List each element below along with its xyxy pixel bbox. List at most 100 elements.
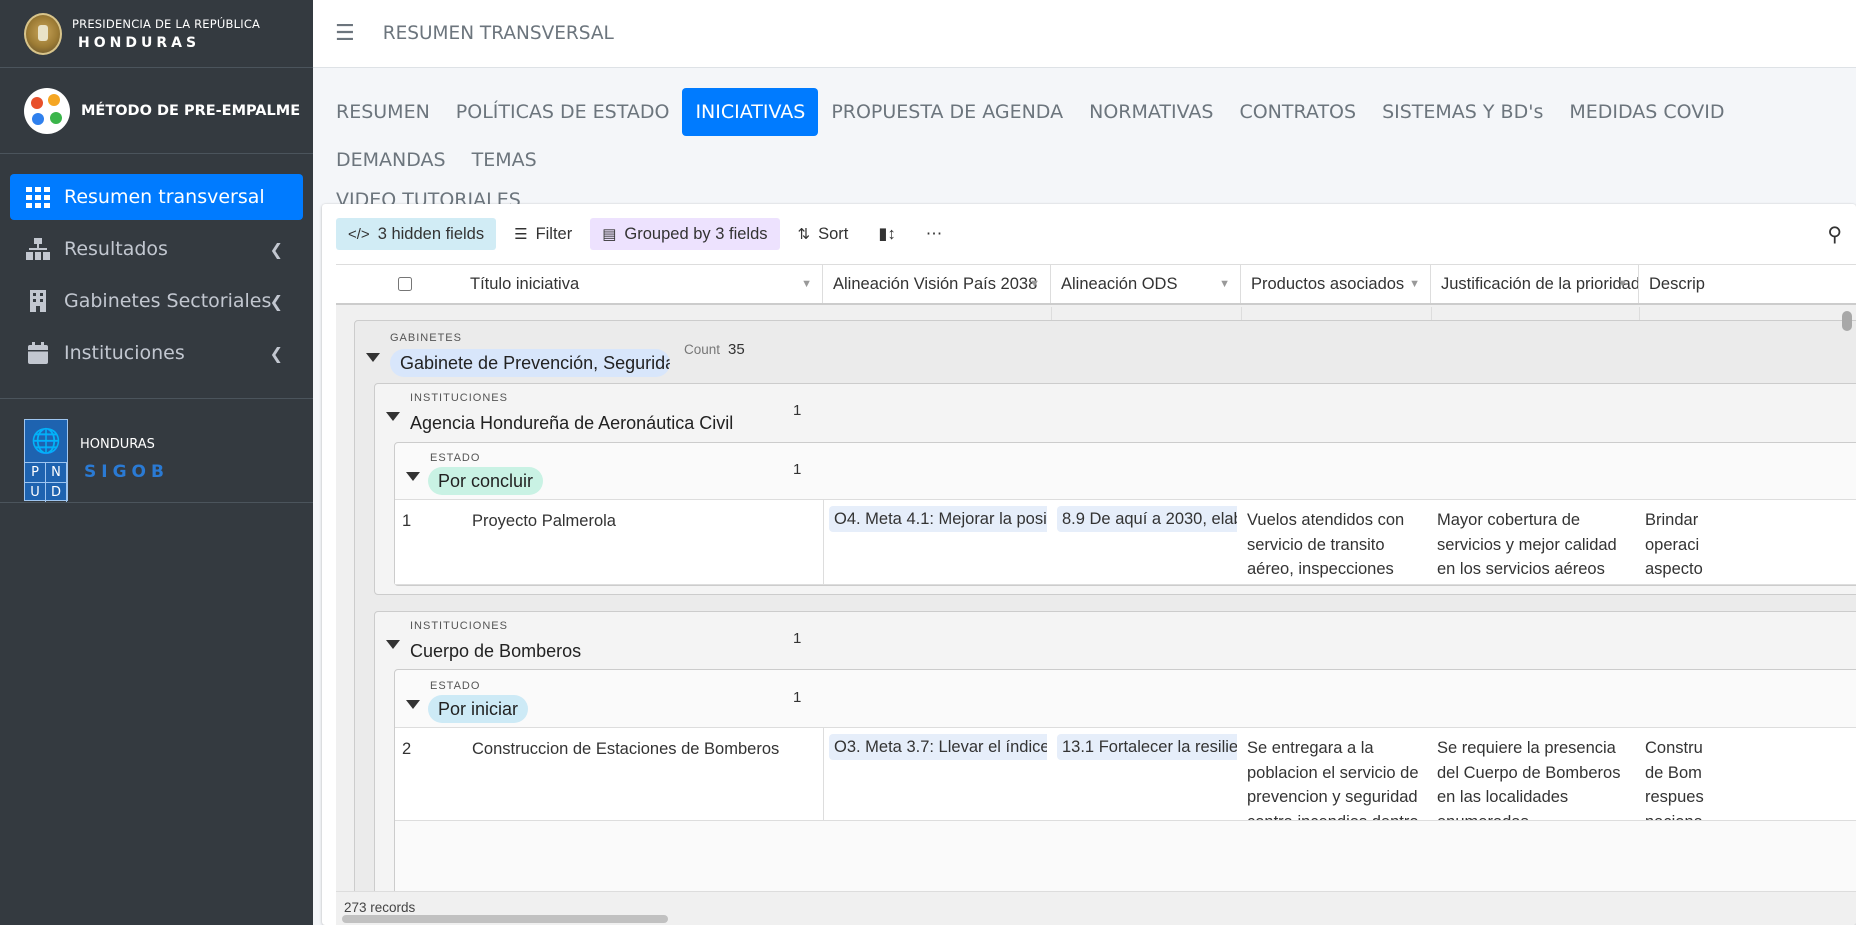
group-gabinete-name: Gabinete de Prevención, Seguridad y Defe… — [390, 349, 670, 377]
cell-productos[interactable]: Vuelos atendidos con servicio de transit… — [1247, 508, 1425, 584]
cell-vision[interactable]: O3. Meta 3.7: Llevar el índice Global — [829, 734, 1047, 762]
cell-ods[interactable]: 8.9 De aquí a 2030, elaborar y — [1057, 506, 1237, 534]
collapse-caret-icon[interactable] — [406, 472, 420, 481]
filter-button[interactable]: ☰ Filter — [502, 218, 584, 250]
sidebar-item-label: Instituciones — [64, 342, 185, 364]
select-all-checkbox[interactable] — [398, 277, 412, 291]
pnud-logo: 🌐 P N U D — [24, 418, 68, 502]
records-grid: Título iniciativa ▼ Alineación Visión Pa… — [336, 264, 1856, 925]
sidebar-item-label: Resultados — [64, 238, 168, 260]
vertical-scrollbar[interactable] — [1842, 311, 1852, 331]
chevron-down-icon: ▼ — [1617, 278, 1628, 290]
cell-titulo[interactable]: Construccion de Estaciones de Bomberos — [472, 737, 817, 762]
cell-ods[interactable]: 13.1 Fortalecer la resiliencia y — [1057, 734, 1237, 762]
un-globe-icon: 🌐 — [31, 426, 61, 455]
group-level-label: INSTITUCIONES — [410, 392, 508, 404]
hide-fields-icon: </> — [348, 225, 370, 243]
group-icon: ▤ — [602, 226, 617, 243]
group-level-label: INSTITUCIONES — [410, 620, 508, 632]
tab-propuesta-de-agenda[interactable]: PROPUESTA DE AGENDA — [818, 88, 1076, 136]
tab-normativas[interactable]: NORMATIVAS — [1076, 88, 1226, 136]
grid-header: Título iniciativa ▼ Alineación Visión Pa… — [336, 265, 1856, 305]
collapse-caret-icon[interactable] — [366, 353, 380, 362]
cell-justificacion[interactable]: Mayor cobertura de servicios y mejor cal… — [1437, 508, 1635, 584]
cell-justificacion[interactable]: Se requiere la presencia del Cuerpo de B… — [1437, 736, 1635, 820]
group-level-label: ESTADO — [430, 452, 481, 464]
method-label: MÉTODO DE PRE-EMPALME — [81, 102, 301, 119]
brand-header[interactable]: PRESIDENCIA DE LA REPÚBLICA HONDURAS — [0, 0, 313, 68]
hidden-fields-button[interactable]: </> 3 hidden fields — [336, 218, 497, 250]
column-header-titulo[interactable]: Título iniciativa ▼ — [336, 265, 823, 303]
page-title: RESUMEN TRANSVERSAL — [382, 23, 614, 44]
brand-line1: PRESIDENCIA DE LA REPÚBLICA — [72, 16, 261, 31]
sidebar-item-instituciones[interactable]: Instituciones ❮ — [10, 330, 303, 376]
chevron-down-icon: ▼ — [1409, 278, 1420, 290]
group-count-label: Count — [684, 342, 721, 357]
collapse-caret-icon[interactable] — [406, 700, 420, 709]
sort-icon: ⇅ — [797, 226, 811, 243]
row-height-button[interactable]: ▮↕ — [866, 218, 907, 250]
group-count: 1 — [793, 461, 802, 478]
more-options-button[interactable]: ⋯ — [914, 218, 955, 250]
sidebar-item-resumen-transversal[interactable]: Resumen transversal — [10, 174, 303, 220]
chevron-down-icon: ▼ — [1219, 278, 1230, 290]
cell-descripcion[interactable]: Constru de Bom respues naciona — [1645, 736, 1705, 820]
sidebar: PRESIDENCIA DE LA REPÚBLICA HONDURAS MÉT… — [0, 0, 313, 925]
brand-line2: HONDURAS — [78, 34, 201, 51]
sitemap-icon — [26, 238, 50, 260]
sigob-logo: SIGOB — [84, 462, 169, 482]
chevron-left-icon: ❮ — [269, 343, 283, 363]
tab-iniciativas[interactable]: INICIATIVAS — [682, 88, 819, 136]
filter-icon: ☰ — [514, 226, 528, 243]
more-icon: ⋯ — [925, 225, 943, 243]
group-level-label: ESTADO — [430, 680, 481, 692]
linked-record-chip[interactable]: 8.9 De aquí a 2030, elaborar y — [1057, 506, 1237, 532]
tab-politicas-de-estado[interactable]: POLÍTICAS DE ESTADO — [443, 88, 683, 136]
collapse-caret-icon[interactable] — [386, 640, 400, 649]
status-badge: Por iniciar — [428, 695, 529, 723]
horizontal-scrollbar[interactable] — [342, 915, 668, 923]
linked-record-chip[interactable]: O3. Meta 3.7: Llevar el índice Global — [829, 734, 1047, 760]
tab-medidas-covid[interactable]: MEDIDAS COVID — [1556, 88, 1737, 136]
cell-productos[interactable]: Se entregara a la poblacion el servicio … — [1247, 736, 1433, 820]
linked-record-chip[interactable]: O4. Meta 4.1: Mejorar la posición de — [829, 506, 1047, 532]
group-count: 1 — [793, 630, 802, 647]
cell-descripcion[interactable]: Brindar operaci aspecto aeronáu — [1645, 508, 1705, 584]
tab-sistemas-y-bds[interactable]: SISTEMAS Y BD's — [1369, 88, 1556, 136]
coat-of-arms-logo — [24, 12, 62, 55]
column-header-justificacion[interactable]: Justificación de la prioridad ▼ — [1431, 265, 1639, 303]
chevron-down-icon: ▼ — [1029, 278, 1040, 290]
column-header-descripcion[interactable]: Descrip — [1639, 265, 1856, 303]
record-count: 273 records — [344, 900, 416, 915]
row-number: 1 — [402, 512, 412, 530]
sort-button[interactable]: ⇅ Sort — [786, 218, 861, 250]
sidebar-item-resultados[interactable]: Resultados ❮ — [10, 226, 303, 272]
method-link[interactable]: MÉTODO DE PRE-EMPALME — [0, 68, 313, 154]
tab-resumen[interactable]: RESUMEN — [323, 88, 443, 136]
column-header-productos[interactable]: Productos asociados ▼ — [1241, 265, 1431, 303]
tab-contratos[interactable]: CONTRATOS — [1226, 88, 1369, 136]
row-height-icon: ▮↕ — [878, 225, 896, 243]
collapse-caret-icon[interactable] — [386, 412, 400, 421]
main-content: ☰ RESUMEN TRANSVERSAL RESUMEN POLÍTICAS … — [313, 0, 1856, 925]
column-header-ods[interactable]: Alineación ODS ▼ — [1051, 265, 1241, 303]
group-button[interactable]: ▤ Grouped by 3 fields — [590, 218, 780, 250]
sidebar-item-gabinetes-sectoriales[interactable]: Gabinetes Sectoriales ❮ — [10, 278, 303, 324]
group-count: 1 — [793, 402, 802, 419]
hamburger-menu-icon[interactable]: ☰ — [335, 21, 355, 46]
row-number: 2 — [402, 740, 412, 758]
linked-record-chip[interactable]: 13.1 Fortalecer la resiliencia y — [1057, 734, 1237, 760]
column-header-vision[interactable]: Alineación Visión País 2038 ▼ — [823, 265, 1051, 303]
search-icon[interactable]: ⚲ — [1827, 222, 1842, 246]
view-toolbar: </> 3 hidden fields ☰ Filter ▤ Grouped b… — [322, 204, 1856, 264]
pnud-sigob-block: 🌐 P N U D HONDURAS SIGOB — [0, 399, 313, 503]
status-badge: Por concluir — [428, 467, 544, 495]
cell-vision[interactable]: O4. Meta 4.1: Mejorar la posición de — [829, 506, 1047, 534]
sidebar-item-label: Gabinetes Sectoriales — [64, 290, 272, 312]
calendar-icon — [28, 342, 48, 364]
group-institucion-2-name: Cuerpo de Bomberos — [410, 641, 582, 661]
topbar: ☰ RESUMEN TRANSVERSAL — [313, 0, 1856, 68]
cell-titulo[interactable]: Proyecto Palmerola — [472, 509, 812, 534]
pnud-country: HONDURAS — [80, 437, 155, 452]
group-institucion-1-name: Agencia Hondureña de Aeronáutica Civil — [410, 413, 734, 433]
